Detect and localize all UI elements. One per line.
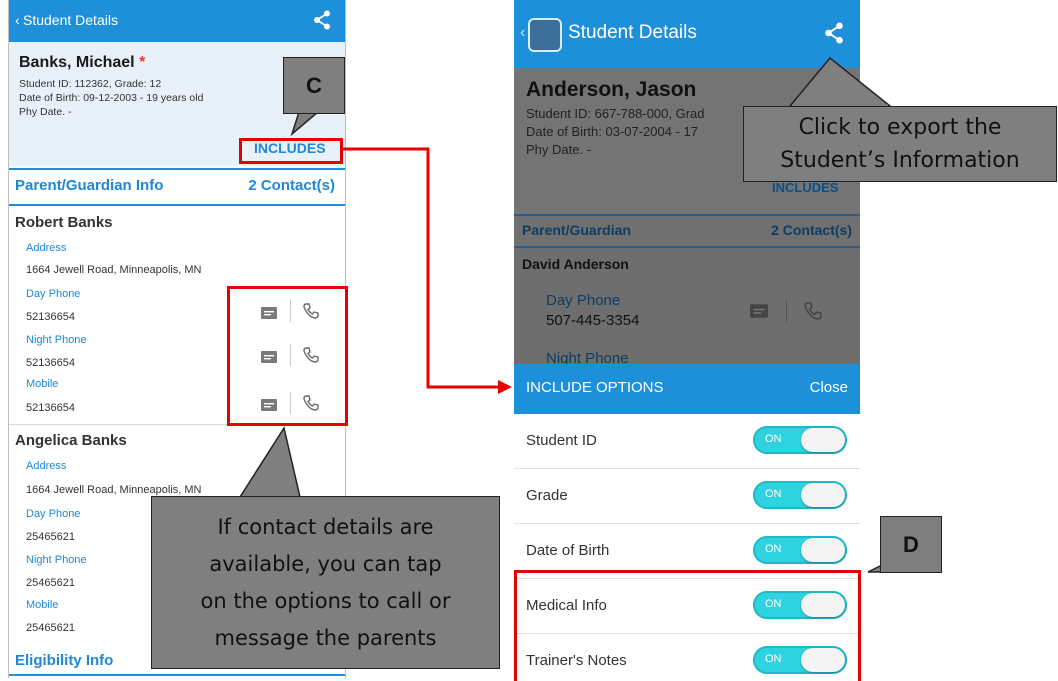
callout-contact-line-3: on the options to call or [200,589,451,613]
options-highlight-box [514,570,861,681]
callout-contact-note: If contact details are available, you ca… [151,496,500,669]
highlight-arrow-head [498,380,512,394]
callout-contact-tail [238,426,301,498]
callout-c: C [283,57,345,114]
callout-d: D [880,516,942,573]
callout-export: Click to export the Student’s Informatio… [743,106,1057,182]
callout-export-line-2: Student’s Information [780,148,1020,173]
callout-export-tail [788,56,893,107]
highlight-arrow-line [343,147,500,389]
callout-export-line-1: Click to export the [798,115,1002,140]
contact-actions-highlight-box [227,286,348,426]
callout-contact-line-4: message the parents [214,626,437,650]
callout-contact-line-2: available, you can tap [209,552,442,576]
callout-contact-line-1: If contact details are [217,515,434,539]
includes-highlight-box [239,138,343,164]
callout-c-tail [290,111,321,137]
